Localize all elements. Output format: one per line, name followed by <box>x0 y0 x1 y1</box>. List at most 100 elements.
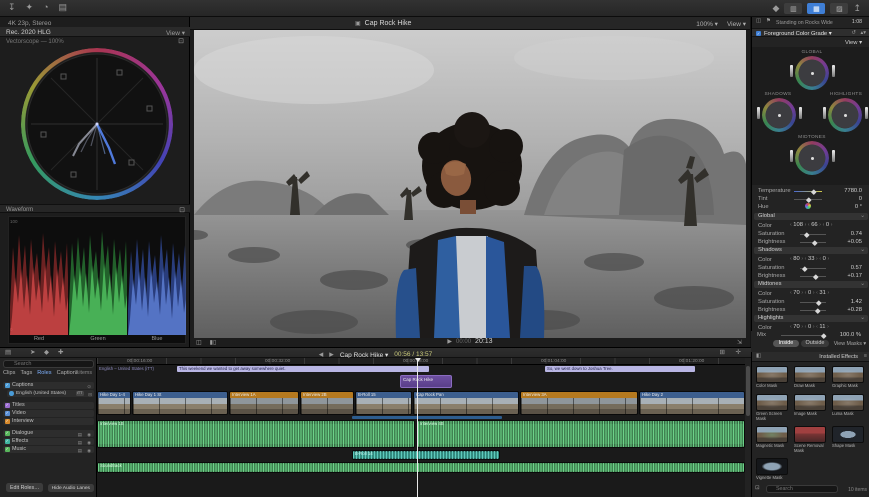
temperature-value[interactable]: 7780.0 <box>844 188 862 194</box>
effect-item[interactable]: Vignette Mask <box>756 458 788 481</box>
effect-item[interactable]: Green Screen Mask <box>756 394 788 422</box>
mask-outside-tab[interactable]: Outside <box>801 340 829 347</box>
shadows-bri-slider[interactable] <box>800 273 826 279</box>
effect-item[interactable]: Scene Removal Mask <box>794 426 826 454</box>
role-row-effects[interactable]: ✓ Effects ▤ ◉ <box>3 438 94 445</box>
timeline-clip[interactable]: B-Roll 15 <box>355 391 412 415</box>
inspector-panel-toggle[interactable]: ▨ <box>830 3 849 14</box>
shadows-color-wheel[interactable] <box>762 98 796 132</box>
browser-panel-toggle[interactable]: ▥ <box>784 3 803 14</box>
language-radio[interactable] <box>9 391 14 396</box>
effect-item[interactable]: Shape Mask <box>832 426 864 449</box>
marker-icon[interactable]: ◆ <box>44 349 49 357</box>
shadows-color-steppers[interactable]: ‹ 80 › ‹ 33 › ‹ 0 › <box>790 256 829 262</box>
caption-clip[interactable]: This weekend we wanted to get away somew… <box>177 366 429 372</box>
midtones-sat-value[interactable]: 1.42 <box>851 299 862 305</box>
timeline-clip[interactable]: Hike Day 1-4 <box>97 391 131 415</box>
midtones-bri-slider[interactable] <box>800 307 826 313</box>
timeline-clip[interactable]: Hike Day 1 St <box>132 391 228 415</box>
section-shadows[interactable]: Shadows ⌄ <box>754 247 868 254</box>
timeline-clip[interactable]: Interview 2B <box>300 391 354 415</box>
waveform-settings-icon[interactable]: ⊡ <box>179 206 185 214</box>
focus-icon[interactable]: ◉ <box>87 431 91 438</box>
global-sat-slider[interactable] <box>800 231 826 237</box>
playhead[interactable] <box>414 358 421 497</box>
mix-slider[interactable] <box>781 332 827 338</box>
shadows-bri-value[interactable]: +0.17 <box>847 273 862 279</box>
edit-roles-button[interactable]: Edit Roles… <box>6 483 44 492</box>
index-search-input[interactable] <box>3 360 94 368</box>
global-saturation-slider[interactable] <box>832 65 835 77</box>
tint-slider[interactable] <box>794 196 822 202</box>
global-color-wheel[interactable] <box>795 56 829 90</box>
tint-value[interactable]: 0 <box>859 196 862 202</box>
caption-settings-icon[interactable]: ⊙ <box>87 383 91 390</box>
midtones-brightness-slider[interactable] <box>790 150 793 162</box>
midtones-color-steppers[interactable]: ‹ 70 › ‹ 0 › ‹ 31 › <box>790 290 829 296</box>
section-midtones[interactable]: Midtones ⌄ <box>754 281 868 288</box>
timeline-zoom-icon[interactable]: ✛ <box>736 349 741 357</box>
role-row-video[interactable]: ✓ Video <box>3 410 94 417</box>
effect-item[interactable]: Color Mask <box>756 366 788 389</box>
split-view-icon[interactable]: ◫ <box>756 18 761 25</box>
play-icon[interactable]: ▶ <box>447 339 452 345</box>
role-checkbox[interactable]: ✓ <box>5 431 10 436</box>
midtones-sat-slider[interactable] <box>800 299 826 305</box>
hue-dial[interactable] <box>805 203 811 209</box>
index-toggle-icon[interactable]: ▤ <box>5 349 11 357</box>
mix-value[interactable]: 100.0 % <box>840 332 861 338</box>
timeline-clip[interactable]: Hike Day 2 <box>639 391 745 415</box>
timeline-panel-toggle[interactable]: ▦ <box>807 3 826 14</box>
role-row-interview[interactable]: ✓ Interview <box>3 418 94 425</box>
highlights-color-wheel[interactable] <box>828 98 862 132</box>
viewer-zoom-menu[interactable]: 100% ▾ <box>696 20 718 28</box>
clip-appearance-icon[interactable]: ⊞ <box>720 349 725 357</box>
role-row-titles[interactable]: ✓ Titles <box>3 402 94 409</box>
media-browser-icon[interactable]: ▤ <box>59 3 68 12</box>
shadows-sat-value[interactable]: 0.57 <box>851 265 862 271</box>
keyframe-icon[interactable]: ◆ <box>773 4 780 13</box>
effect-item[interactable]: Luma Mask <box>832 394 864 417</box>
focus-icon[interactable]: ◉ <box>87 447 91 454</box>
role-checkbox[interactable]: ✓ <box>5 403 10 408</box>
role-row-dialogue[interactable]: ✓ Dialogue ▤ ◉ <box>3 430 94 437</box>
lane-icon[interactable]: ▤ <box>78 447 82 454</box>
hide-audio-lanes-button[interactable]: Hide Audio Lanes <box>47 484 94 492</box>
effect-nav-icons[interactable]: ▴▾ <box>860 30 866 37</box>
effects-list-icon[interactable]: ≡ <box>864 353 867 360</box>
viewer-view-menu[interactable]: View ▾ <box>727 20 746 28</box>
temperature-slider[interactable] <box>794 188 822 194</box>
lane-icon[interactable]: ▤ <box>78 431 82 438</box>
focus-icon[interactable]: ◉ <box>87 439 91 446</box>
role-checkbox[interactable]: ✓ <box>5 439 10 444</box>
view-masks-menu[interactable]: View Masks ▾ <box>834 341 866 347</box>
highlights-color-steppers[interactable]: ‹ 70 › ‹ 0 › ‹ 11 › <box>790 324 829 330</box>
role-checkbox[interactable]: ✓ <box>5 447 10 452</box>
effects-search-input[interactable] <box>766 485 838 493</box>
inspector-view-menu[interactable]: View ▾ <box>845 40 862 46</box>
title-clip[interactable]: Cap Rock Hike <box>400 375 452 388</box>
section-global[interactable]: Global ⌄ <box>754 213 868 220</box>
tab-tags[interactable]: Tags <box>20 370 32 376</box>
connected-storyline-bar[interactable] <box>352 416 502 419</box>
scope-settings-icon[interactable]: ⊡ <box>178 38 184 45</box>
global-sat-value[interactable]: 0.74 <box>851 231 862 237</box>
effect-enable-checkbox[interactable]: ✓ <box>756 31 761 36</box>
timeline-ruler[interactable]: 00:00:16:00 00:00:32:00 00:00:48:00 00:0… <box>97 358 745 365</box>
keyword-editor-icon[interactable]: ✦ <box>26 3 34 12</box>
global-bri-slider[interactable] <box>800 239 826 245</box>
music-clip[interactable]: Soundtrack <box>97 462 745 473</box>
tab-roles[interactable]: Roles <box>37 370 51 376</box>
reset-icon[interactable]: ↺ <box>851 30 856 37</box>
mask-inside-tab[interactable]: Inside <box>773 340 799 347</box>
caption-clip[interactable]: So, we went down to Joshua Tree. <box>545 366 695 372</box>
timeline-clip[interactable]: Cap Rock Pan <box>413 391 519 415</box>
global-color-steppers[interactable]: ‹ 108 › ‹ 66 › ‹ 0 › <box>790 222 832 228</box>
role-row-captions[interactable]: ✓ Captions ⊙ <box>3 382 94 389</box>
effect-item[interactable]: Draw Mask <box>794 366 826 389</box>
audio-meters-icon[interactable]: ▮▯ <box>210 340 217 346</box>
caption-lane-icon[interactable]: ⊟ <box>88 391 92 398</box>
global-bri-value[interactable]: +0.05 <box>847 239 862 245</box>
audio-clip[interactable]: B-Roll 14 <box>352 450 500 460</box>
lane-icon[interactable]: ▤ <box>78 439 82 446</box>
